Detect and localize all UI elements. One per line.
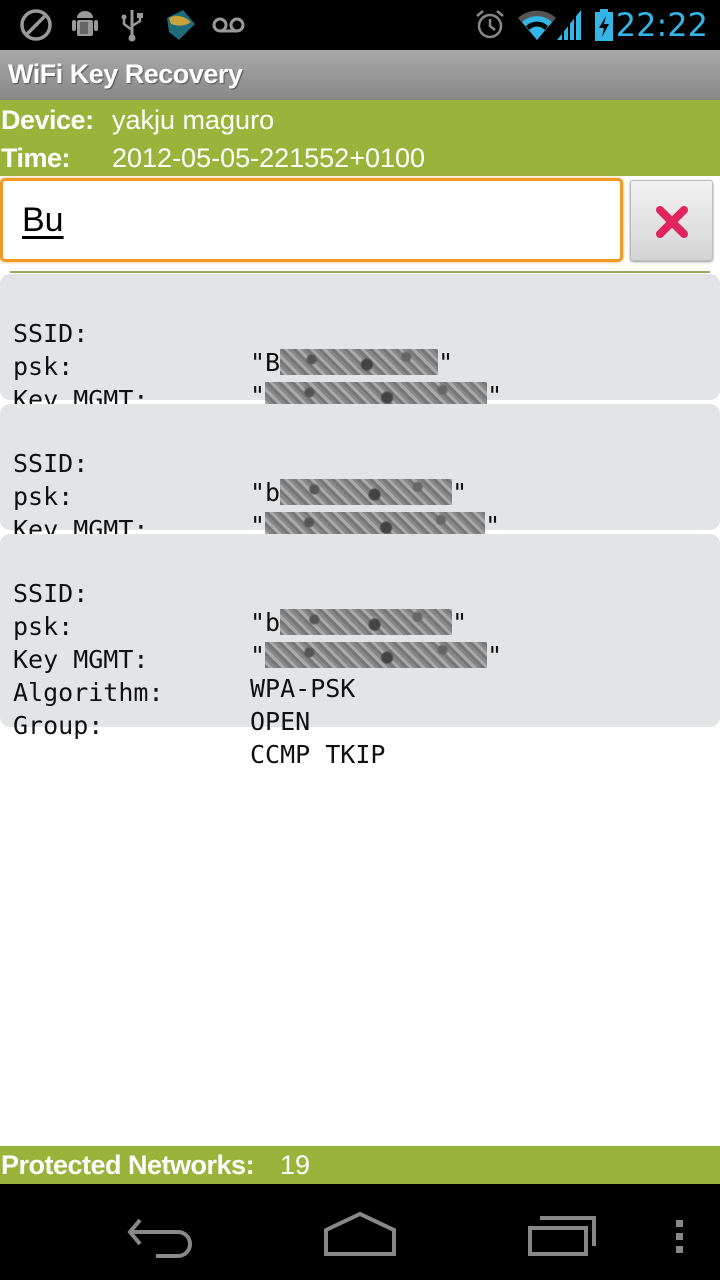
filter-input-text[interactable]: Bu — [22, 201, 64, 240]
network-card[interactable]: SSID: "B" psk: "" Key MGMT: WPA-PSK — [0, 274, 720, 443]
field-value: WPA-PSK — [250, 674, 356, 703]
clear-filter-button[interactable] — [630, 180, 713, 261]
voicemail-icon — [212, 17, 245, 33]
field-value: CCMP TKIP — [250, 740, 386, 769]
back-icon[interactable] — [122, 1204, 198, 1260]
redacted-psk — [265, 642, 488, 668]
time-value: 2012-05-05-221552+0100 — [112, 143, 426, 173]
alarm-icon — [476, 10, 504, 39]
ssid-prefix: "b — [250, 608, 281, 637]
battery-charging-icon — [595, 9, 613, 41]
usb-icon — [121, 10, 143, 42]
clear-x-icon — [656, 206, 688, 238]
quote: " — [250, 641, 266, 670]
app-title: WiFi Key Recovery — [8, 59, 243, 89]
quote: " — [452, 608, 468, 637]
status-bar: 22:22 — [0, 0, 720, 50]
do-not-disturb-icon — [20, 9, 52, 41]
field-label: Group: — [13, 711, 104, 740]
status-clock: 22:22 — [615, 6, 708, 44]
device-info-bar: Device: yakju maguro Time: 2012-05-05-22… — [0, 100, 720, 176]
field-value: OPEN — [250, 707, 311, 736]
recent-apps-icon[interactable] — [524, 1204, 600, 1260]
ssid-prefix: "B — [250, 348, 281, 377]
protected-networks-count: 19 — [280, 1150, 311, 1180]
filter-input[interactable]: Bu — [0, 178, 623, 262]
redacted-ssid — [280, 349, 439, 375]
quote: " — [487, 641, 503, 670]
footer-bar: Protected Networks: 19 — [0, 1146, 720, 1184]
time-label: Time: — [1, 143, 71, 173]
protected-networks-label: Protected Networks: — [1, 1150, 255, 1180]
ssid-prefix: "b — [250, 478, 281, 507]
app-notification-icon — [167, 10, 195, 40]
list-divider — [10, 271, 710, 273]
home-icon[interactable] — [320, 1204, 400, 1260]
device-label: Device: — [1, 105, 94, 135]
network-card[interactable]: SSID: "b" psk: "" Key MGMT: WPA-PSK — [0, 404, 720, 573]
action-bar: WiFi Key Recovery — [0, 50, 720, 100]
navigation-bar — [0, 1184, 720, 1280]
quote: " — [452, 478, 468, 507]
redacted-ssid — [280, 479, 453, 505]
wifi-icon — [518, 10, 556, 40]
overflow-menu-icon[interactable] — [672, 1204, 688, 1260]
android-debug-icon — [72, 11, 98, 36]
quote: " — [438, 348, 454, 377]
device-value: yakju maguro — [112, 105, 275, 135]
cell-signal-icon — [557, 10, 581, 40]
redacted-ssid — [280, 609, 453, 635]
group-row: Group: CCMP TKIP — [13, 682, 385, 798]
network-card[interactable]: SSID: "b " psk: " " Key MGMT: WPA-PSK Algo… — [0, 534, 720, 769]
